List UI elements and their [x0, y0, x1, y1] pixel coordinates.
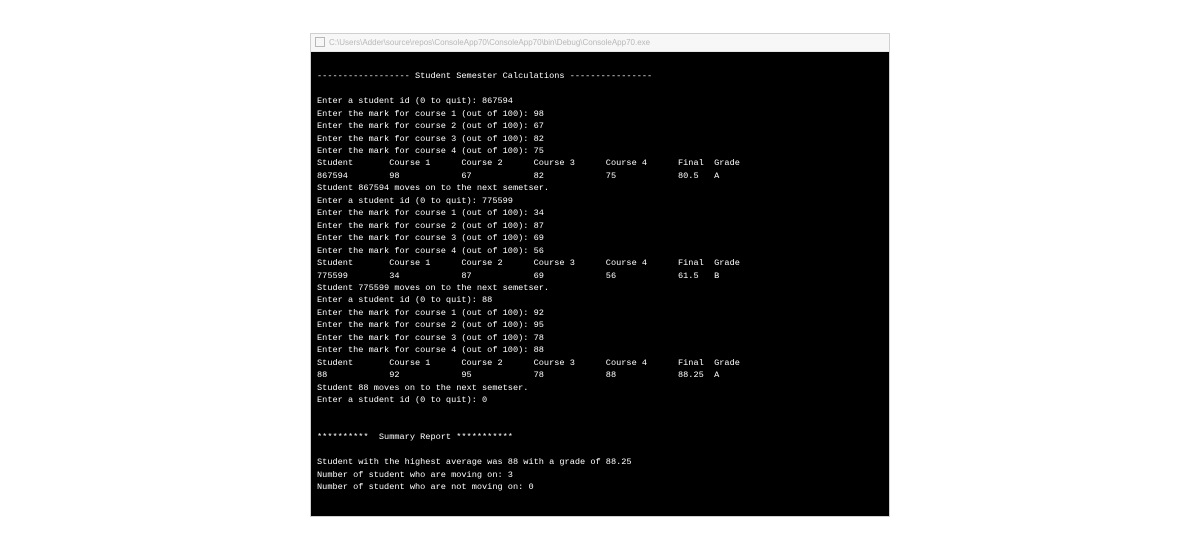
output-line: Student 775599 moves on to the next seme… — [317, 283, 549, 293]
output-line: Enter the mark for course 4 (out of 100)… — [317, 146, 544, 156]
console-window: C:\Users\Adder\source\repos\ConsoleApp70… — [310, 33, 890, 517]
output-line: Enter a student id (0 to quit): 0 — [317, 395, 487, 405]
output-line: Student Course 1 Course 2 Course 3 Cours… — [317, 258, 740, 268]
window-title: C:\Users\Adder\source\repos\ConsoleApp70… — [329, 38, 650, 47]
output-line: 775599 34 87 69 56 61.5 B — [317, 271, 719, 281]
app-icon — [315, 37, 325, 47]
output-line: 867594 98 67 82 75 80.5 A — [317, 171, 719, 181]
output-line: Student 88 moves on to the next semetser… — [317, 383, 528, 393]
output-line: Enter the mark for course 4 (out of 100)… — [317, 246, 544, 256]
output-line: Enter the mark for course 2 (out of 100)… — [317, 320, 544, 330]
output-line: Enter the mark for course 3 (out of 100)… — [317, 333, 544, 343]
title-bar[interactable]: C:\Users\Adder\source\repos\ConsoleApp70… — [311, 34, 889, 52]
output-line: Enter the mark for course 4 (out of 100)… — [317, 345, 544, 355]
output-line: Number of student who are not moving on:… — [317, 482, 534, 492]
output-line: Enter a student id (0 to quit): 867594 — [317, 96, 513, 106]
output-line: ********** Summary Report *********** — [317, 432, 513, 442]
output-line: Student with the highest average was 88 … — [317, 457, 632, 467]
output-line: ------------------ Student Semester Calc… — [317, 71, 652, 81]
output-line: Enter the mark for course 1 (out of 100)… — [317, 308, 544, 318]
output-line: Enter the mark for course 3 (out of 100)… — [317, 134, 544, 144]
output-line: Number of student who are moving on: 3 — [317, 470, 513, 480]
output-line: Student Course 1 Course 2 Course 3 Cours… — [317, 358, 740, 368]
output-line: Enter the mark for course 3 (out of 100)… — [317, 233, 544, 243]
output-line: Enter the mark for course 2 (out of 100)… — [317, 221, 544, 231]
output-line: Enter the mark for course 1 (out of 100)… — [317, 109, 544, 119]
output-line: Enter a student id (0 to quit): 88 — [317, 295, 492, 305]
console-output[interactable]: ------------------ Student Semester Calc… — [311, 52, 889, 516]
output-line: 88 92 95 78 88 88.25 A — [317, 370, 719, 380]
output-line: Enter a student id (0 to quit): 775599 — [317, 196, 513, 206]
output-line: Student Course 1 Course 2 Course 3 Cours… — [317, 158, 740, 168]
output-line: Enter the mark for course 1 (out of 100)… — [317, 208, 544, 218]
output-line: Student 867594 moves on to the next seme… — [317, 183, 549, 193]
output-line: Enter the mark for course 2 (out of 100)… — [317, 121, 544, 131]
